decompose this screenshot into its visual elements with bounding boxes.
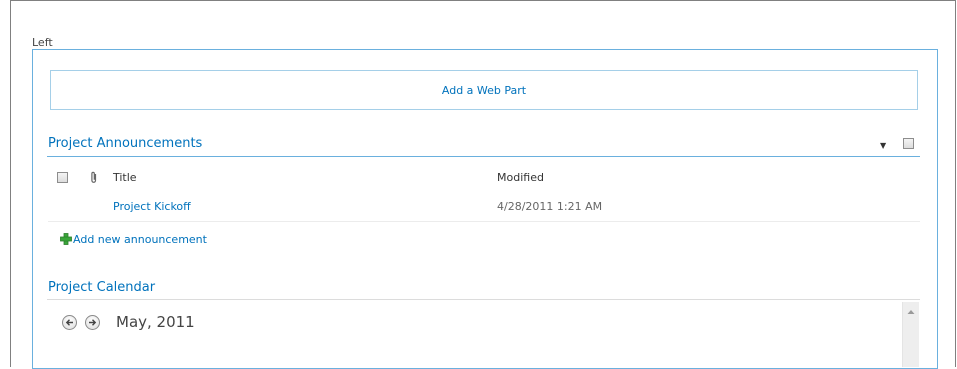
announcements-title-divider [47, 156, 920, 157]
add-web-part-button[interactable]: Add a Web Part [50, 70, 918, 110]
arrow-left-icon [65, 319, 73, 326]
select-all-checkbox[interactable] [57, 172, 68, 183]
column-header-modified[interactable]: Modified [497, 171, 544, 184]
column-header-title[interactable]: Title [113, 171, 137, 184]
announcements-title[interactable]: Project Announcements [48, 136, 202, 151]
announcement-item-title[interactable]: Project Kickoff [113, 200, 191, 213]
announcement-item-modified: 4/28/2011 1:21 AM [497, 200, 603, 213]
web-part-menu-arrow-icon[interactable]: ▼ [880, 141, 886, 150]
scroll-up-icon[interactable] [907, 309, 915, 315]
paperclip-icon [91, 171, 97, 183]
add-plus-icon[interactable] [60, 233, 72, 245]
zone-label: Left [32, 36, 53, 49]
next-month-button[interactable] [85, 315, 100, 330]
row-divider [48, 221, 920, 222]
add-new-announcement-link[interactable]: Add new announcement [73, 233, 207, 246]
calendar-title-divider [47, 299, 920, 300]
add-web-part-label: Add a Web Part [441, 83, 527, 97]
calendar-scrollbar[interactable] [902, 302, 919, 367]
web-part-select-checkbox[interactable] [903, 138, 914, 149]
calendar-title[interactable]: Project Calendar [48, 280, 155, 295]
calendar-month-label: May, 2011 [116, 313, 195, 331]
previous-month-button[interactable] [62, 315, 77, 330]
calendar-view [48, 302, 902, 367]
arrow-right-icon [89, 319, 97, 326]
